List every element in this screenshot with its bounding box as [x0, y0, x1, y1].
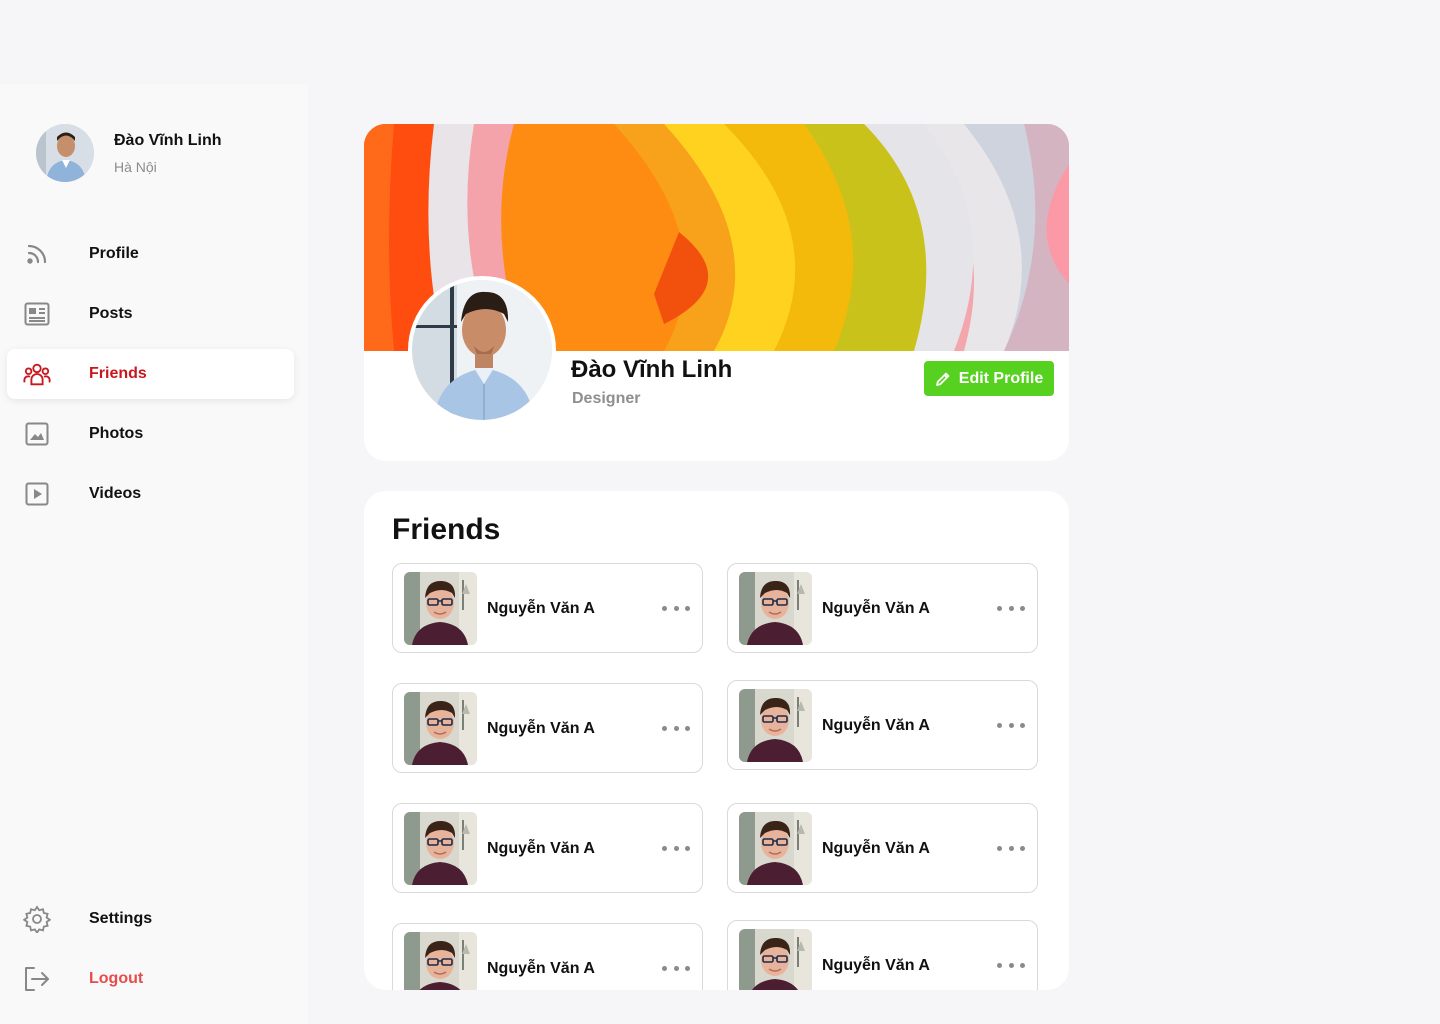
nav-item-profile[interactable]: Profile: [7, 229, 294, 279]
gear-icon: [23, 905, 51, 933]
friend-avatar[interactable]: [739, 929, 812, 990]
user-name: Đào Vĩnh Linh: [114, 132, 222, 149]
nav-label-photos: Photos: [89, 425, 144, 442]
more-options-icon[interactable]: [662, 718, 690, 738]
more-options-icon[interactable]: [997, 715, 1025, 735]
nav-item-posts[interactable]: Posts: [7, 289, 294, 339]
friend-name: Nguyễn Văn A: [487, 840, 595, 857]
friend-avatar[interactable]: [739, 689, 812, 762]
friends-title: Friends: [392, 513, 501, 546]
friend-avatar[interactable]: [404, 692, 477, 765]
friend-card[interactable]: Nguyễn Văn A: [727, 563, 1038, 653]
nav-label-posts: Posts: [89, 305, 133, 322]
friend-card[interactable]: Nguyễn Văn A: [392, 803, 703, 893]
users-icon: [23, 360, 51, 388]
friend-name: Nguyễn Văn A: [487, 600, 595, 617]
profile-avatar[interactable]: [408, 276, 556, 424]
nav-label-friends: Friends: [89, 365, 147, 382]
friend-name: Nguyễn Văn A: [822, 717, 930, 734]
friend-name: Nguyễn Văn A: [822, 840, 930, 857]
nav-item-settings[interactable]: Settings: [7, 894, 294, 944]
more-options-icon[interactable]: [997, 955, 1025, 975]
friend-card[interactable]: Nguyễn Văn A: [392, 923, 703, 990]
profile-name: Đào Vĩnh Linh: [571, 356, 733, 383]
user-card[interactable]: Đào Vĩnh Linh Hà Nội: [36, 124, 222, 182]
friend-card[interactable]: Nguyễn Văn A: [392, 563, 703, 653]
nav-item-logout[interactable]: Logout: [7, 954, 294, 1004]
friend-avatar[interactable]: [739, 812, 812, 885]
nav-item-friends[interactable]: Friends: [7, 349, 294, 399]
more-options-icon[interactable]: [662, 598, 690, 618]
video-icon: [23, 480, 51, 508]
friend-name: Nguyễn Văn A: [822, 600, 930, 617]
nav-item-photos[interactable]: Photos: [7, 409, 294, 459]
friend-name: Nguyễn Văn A: [487, 960, 595, 977]
friend-card[interactable]: Nguyễn Văn A: [392, 683, 703, 773]
nav-label-videos: Videos: [89, 485, 142, 502]
edit-profile-label: Edit Profile: [958, 369, 1044, 387]
more-options-icon[interactable]: [997, 838, 1025, 858]
profile-card: Đào Vĩnh Linh Designer Edit Profile: [364, 124, 1069, 461]
rss-icon: [23, 240, 51, 268]
pencil-icon: [935, 372, 950, 386]
edit-profile-button[interactable]: Edit Profile: [924, 361, 1054, 396]
logout-icon: [23, 965, 51, 993]
more-options-icon[interactable]: [662, 958, 690, 978]
friend-name: Nguyễn Văn A: [487, 720, 595, 737]
friend-avatar[interactable]: [404, 932, 477, 990]
nav-label-profile: Profile: [89, 245, 139, 262]
friend-avatar[interactable]: [404, 572, 477, 645]
nav-label-settings: Settings: [89, 910, 153, 927]
friend-avatar[interactable]: [739, 572, 812, 645]
image-icon: [23, 420, 51, 448]
friend-card[interactable]: Nguyễn Văn A: [727, 680, 1038, 770]
profile-role: Designer: [572, 390, 641, 407]
friends-card: Friends Nguyễn Văn A Nguyễn Văn A Nguyễn…: [364, 491, 1069, 990]
friend-card[interactable]: Nguyễn Văn A: [727, 803, 1038, 893]
user-location: Hà Nội: [114, 159, 157, 175]
friend-name: Nguyễn Văn A: [822, 957, 930, 974]
more-options-icon[interactable]: [662, 838, 690, 858]
friend-card[interactable]: Nguyễn Văn A: [727, 920, 1038, 990]
avatar[interactable]: [36, 124, 94, 182]
more-options-icon[interactable]: [997, 598, 1025, 618]
sidebar: Đào Vĩnh Linh Hà Nội Profile Posts Frien…: [0, 84, 308, 1024]
newspaper-icon: [23, 300, 51, 328]
nav-label-logout: Logout: [89, 970, 144, 987]
nav-item-videos[interactable]: Videos: [7, 469, 294, 519]
friend-avatar[interactable]: [404, 812, 477, 885]
